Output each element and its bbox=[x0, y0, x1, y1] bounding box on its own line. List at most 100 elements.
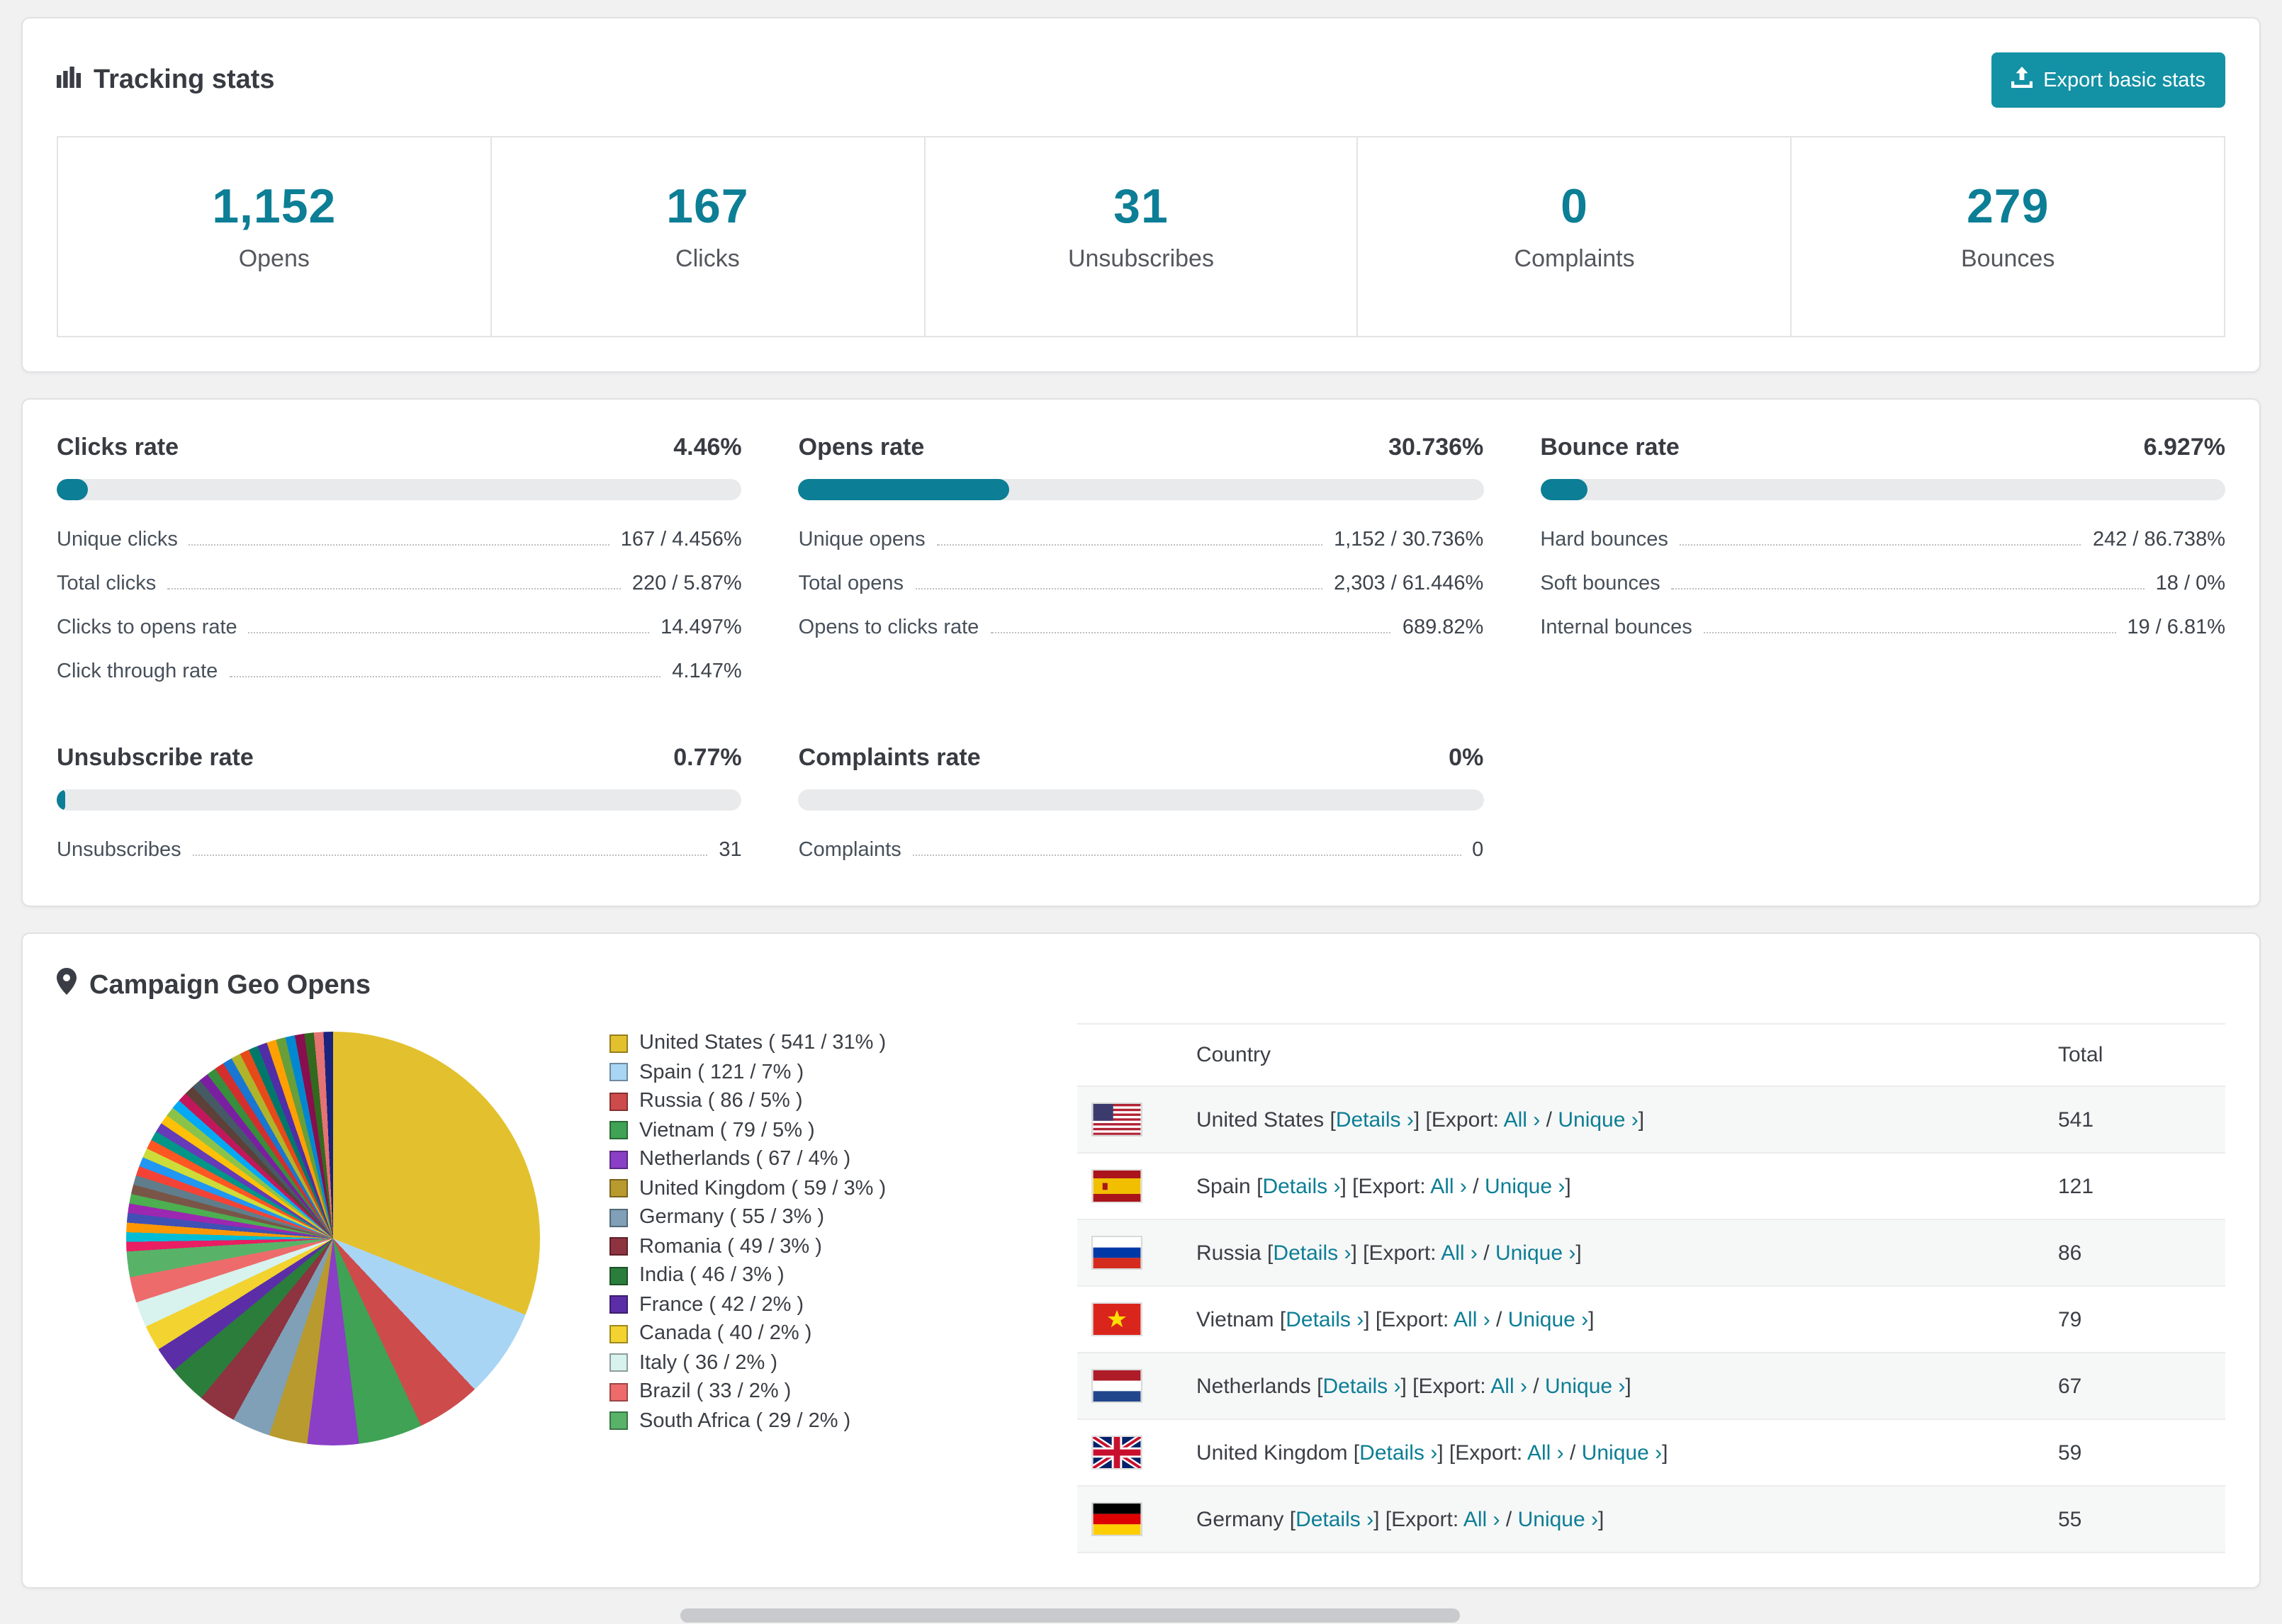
rate-progress-bar bbox=[57, 789, 742, 811]
country-details-link[interactable]: Details › bbox=[1295, 1507, 1373, 1531]
rate-panel-unsubscribe-rate: Unsubscribe rate 0.77% Unsubscribes 31 bbox=[57, 744, 742, 872]
legend-label: France ( 42 / 2% ) bbox=[639, 1293, 804, 1316]
summary-stat-value: 1,152 bbox=[212, 180, 337, 234]
map-pin-icon bbox=[57, 968, 77, 1003]
geo-header-flag-spacer bbox=[1077, 1037, 1182, 1073]
export-label: Export: bbox=[1455, 1440, 1523, 1465]
country-name: Netherlands bbox=[1196, 1374, 1311, 1398]
rate-stat-value: 4.147% bbox=[672, 660, 742, 682]
total-cell: 59 bbox=[2058, 1440, 2082, 1465]
export-unique-link[interactable]: Unique › bbox=[1545, 1374, 1625, 1398]
rate-progress-bar bbox=[798, 479, 1484, 500]
country-cell: Russia [Details ›] [Export: All › / Uniq… bbox=[1196, 1241, 1582, 1265]
geo-table-header: Country Total bbox=[1077, 1023, 2225, 1087]
rate-progress-bar bbox=[798, 789, 1484, 811]
export-label: Export: bbox=[1368, 1241, 1437, 1265]
country-details-link[interactable]: Details › bbox=[1273, 1241, 1351, 1265]
export-all-link[interactable]: All › bbox=[1441, 1241, 1478, 1265]
export-all-link[interactable]: All › bbox=[1504, 1107, 1541, 1132]
export-all-link[interactable]: All › bbox=[1463, 1507, 1500, 1531]
rate-title: Unsubscribe rate bbox=[57, 744, 254, 771]
export-label: Export: bbox=[1381, 1307, 1449, 1331]
legend-swatch bbox=[609, 1063, 628, 1082]
country-details-link[interactable]: Details › bbox=[1359, 1440, 1437, 1465]
rate-rows: Complaints 0 bbox=[799, 828, 1484, 872]
flag-cell bbox=[1077, 1420, 1182, 1485]
rate-stat-value: 220 / 5.87% bbox=[631, 572, 742, 594]
export-all-link[interactable]: All › bbox=[1527, 1440, 1564, 1465]
summary-stat-complaints: 0 Complaints bbox=[1356, 137, 1791, 336]
rate-stat-label: Total clicks bbox=[57, 572, 157, 594]
summary-stat-value: 279 bbox=[1966, 180, 2050, 234]
export-unique-link[interactable]: Unique › bbox=[1495, 1241, 1575, 1265]
legend-swatch bbox=[609, 1266, 628, 1285]
rate-stat-value: 14.497% bbox=[661, 616, 742, 638]
export-all-link[interactable]: All › bbox=[1430, 1174, 1467, 1198]
country-details-link[interactable]: Details › bbox=[1286, 1307, 1364, 1331]
legend-label: Romania ( 49 / 3% ) bbox=[639, 1235, 822, 1258]
legend-label: Canada ( 40 / 2% ) bbox=[639, 1322, 812, 1345]
geo-table-row: Russia [Details ›] [Export: All › / Uniq… bbox=[1077, 1220, 2225, 1287]
export-icon bbox=[2011, 67, 2033, 94]
rate-value: 4.46% bbox=[673, 434, 742, 461]
legend-item: Italy ( 36 / 2% ) bbox=[609, 1348, 1077, 1377]
country-cell: Spain [Details ›] [Export: All › / Uniqu… bbox=[1196, 1174, 1571, 1198]
legend-swatch bbox=[609, 1092, 628, 1111]
rate-progress-fill bbox=[798, 479, 1009, 500]
legend-label: Vietnam ( 79 / 5% ) bbox=[639, 1119, 815, 1141]
geo-opens-title-text: Campaign Geo Opens bbox=[89, 970, 371, 1000]
country-details-link[interactable]: Details › bbox=[1336, 1107, 1414, 1132]
legend-item: India ( 46 / 3% ) bbox=[609, 1261, 1077, 1290]
rate-stat-value: 167 / 4.456% bbox=[620, 528, 742, 551]
legend-label: Spain ( 121 / 7% ) bbox=[639, 1061, 804, 1083]
rate-stat-label: Soft bounces bbox=[1540, 572, 1660, 594]
legend-item: Vietnam ( 79 / 5% ) bbox=[609, 1116, 1077, 1145]
rate-stat-label: Clicks to opens rate bbox=[57, 616, 237, 638]
rate-title: Opens rate bbox=[798, 434, 925, 461]
country-details-link[interactable]: Details › bbox=[1262, 1174, 1340, 1198]
legend-label: South Africa ( 29 / 2% ) bbox=[639, 1409, 851, 1432]
geo-pie-chart bbox=[126, 1032, 540, 1445]
rate-progress-fill bbox=[57, 789, 65, 811]
rate-value: 0% bbox=[1449, 744, 1484, 771]
export-unique-link[interactable]: Unique › bbox=[1518, 1507, 1598, 1531]
rate-panel-opens-rate: Opens rate 30.736% Unique opens 1,152 / 30.… bbox=[798, 434, 1484, 649]
page: Tracking stats Export basic stats 1,152 O… bbox=[0, 0, 2282, 1624]
summary-stat-label: Complaints bbox=[1514, 245, 1635, 272]
rate-stat-value: 18 / 0% bbox=[2155, 572, 2225, 594]
export-all-link[interactable]: All › bbox=[1490, 1374, 1527, 1398]
flag-cell bbox=[1077, 1087, 1182, 1152]
horizontal-scrollbar-thumb[interactable] bbox=[680, 1608, 1460, 1623]
legend-item: United States ( 541 / 31% ) bbox=[609, 1029, 1077, 1058]
dotted-leader bbox=[915, 587, 1323, 589]
legend-item: South Africa ( 29 / 2% ) bbox=[609, 1406, 1077, 1436]
rate-stat-label: Internal bounces bbox=[1540, 616, 1692, 638]
tracking-stats-card: Tracking stats Export basic stats 1,152 O… bbox=[21, 17, 2261, 373]
total-cell: 541 bbox=[2058, 1107, 2094, 1132]
export-all-link[interactable]: All › bbox=[1454, 1307, 1490, 1331]
export-basic-stats-button[interactable]: Export basic stats bbox=[1991, 52, 2225, 108]
export-unique-link[interactable]: Unique › bbox=[1582, 1440, 1662, 1465]
geo-table-row: United Kingdom [Details ›] [Export: All … bbox=[1077, 1420, 2225, 1487]
country-details-link[interactable]: Details › bbox=[1322, 1374, 1400, 1398]
rate-stat-row: Unique opens 1,152 / 30.736% bbox=[799, 517, 1484, 561]
rate-panel-bounce-rate: Bounce rate 6.927% Hard bounces 242 / 86.73… bbox=[1540, 434, 2225, 649]
geo-table-row: Vietnam [Details ›] [Export: All › / Uni… bbox=[1077, 1287, 2225, 1353]
rate-stat-row: Hard bounces 242 / 86.738% bbox=[1540, 517, 2225, 561]
export-unique-link[interactable]: Unique › bbox=[1508, 1307, 1588, 1331]
rate-stat-row: Unsubscribes 31 bbox=[57, 828, 742, 872]
total-cell: 55 bbox=[2058, 1507, 2082, 1531]
rate-stat-value: 19 / 6.81% bbox=[2127, 616, 2225, 638]
dotted-leader bbox=[1703, 631, 2116, 633]
dotted-leader bbox=[192, 854, 708, 855]
legend-swatch bbox=[609, 1121, 628, 1140]
export-unique-link[interactable]: Unique › bbox=[1558, 1107, 1638, 1132]
legend-item: Russia ( 86 / 5% ) bbox=[609, 1087, 1077, 1116]
legend-swatch bbox=[609, 1150, 628, 1169]
dotted-leader bbox=[189, 543, 609, 545]
rate-stat-row: Unique clicks 167 / 4.456% bbox=[57, 517, 742, 561]
tracking-stats-title: Tracking stats bbox=[57, 64, 275, 96]
legend-item: France ( 42 / 2% ) bbox=[609, 1290, 1077, 1319]
export-unique-link[interactable]: Unique › bbox=[1485, 1174, 1565, 1198]
dotted-leader bbox=[912, 854, 1461, 855]
